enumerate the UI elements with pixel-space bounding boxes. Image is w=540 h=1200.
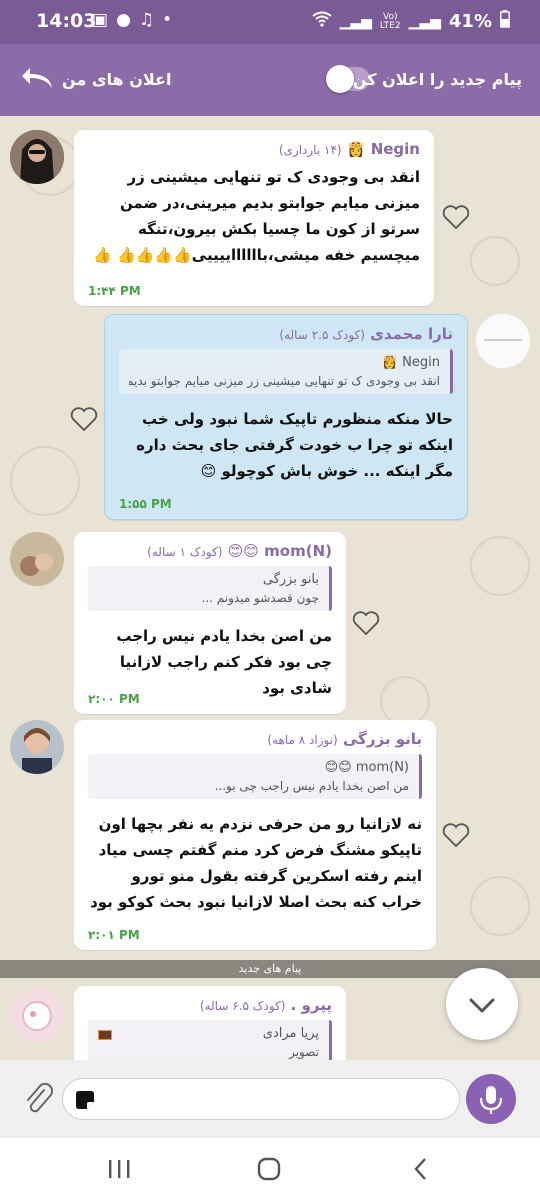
image-thumbnail-icon	[98, 1030, 112, 1040]
quote-text: تصویر	[289, 1045, 319, 1059]
status-time: 14:03	[36, 10, 97, 32]
sender-name: بانو بزرگی	[342, 730, 422, 748]
sender-meta: (نوزاد ۸ ماهه)	[267, 733, 338, 747]
message-time: 1:۵۵ PM	[119, 497, 172, 511]
wifi-icon	[311, 11, 332, 32]
sender-meta: (کودک ۱ ساله)	[147, 545, 223, 559]
notification-icons: ▣ ● ♫ •	[92, 10, 172, 30]
music-icon: ♫	[138, 10, 155, 30]
background-doodle	[470, 236, 520, 286]
message-input-bar	[0, 1060, 540, 1138]
signal-icon: ▁▃▅	[339, 13, 372, 30]
message-time: 1:۴۴ PM	[88, 284, 141, 298]
microphone-icon	[479, 1086, 503, 1114]
quote-text: چون قصدشو میدونم ...	[201, 591, 319, 605]
background-doodle	[470, 536, 530, 596]
quote-name: پریا مرادی	[262, 1026, 319, 1041]
back-arrow-icon[interactable]	[20, 62, 56, 98]
sender-name: تارا محمدی	[370, 325, 453, 343]
message-text: نه لازانیا رو من حرفی نزدم یه نفر بچها ا…	[90, 815, 422, 911]
message-input[interactable]	[62, 1078, 460, 1120]
signal-icon-2: ▁▃▅	[408, 13, 441, 30]
sender-meta: (کودک ۲.۵ ساله)	[279, 328, 365, 342]
message-text: انقد بی وجودی ک تو تنهایی میشینی زر میزن…	[93, 168, 420, 264]
system-nav-bar	[0, 1138, 540, 1200]
status-bar: 14:03 ▣ ● ♫ • ▁▃▅ Vo) LTE2 ▁▃▅ 41%	[0, 0, 540, 44]
chevron-down-icon	[469, 998, 495, 1013]
avatar-tara[interactable]	[476, 314, 530, 368]
reply-quote[interactable]: بانو بزرگی چون قصدشو میدونم ...	[88, 566, 332, 611]
sender-name: پپرو .	[290, 996, 332, 1014]
sender-name: Negin	[370, 140, 420, 158]
reply-quote[interactable]: mom(N) 😊😊 من اصن بخدا یادم نیس راجب چی ب…	[88, 754, 422, 799]
reply-quote[interactable]: Negin 👸 انقد بی وجودی ک تو تنهایی میشینی…	[119, 349, 453, 394]
message-bubble[interactable]: پپرو . (کودک ۶.۵ ساله) پریا مرادی تصویر	[74, 986, 346, 1060]
quote-name: mom(N) 😊😊	[324, 760, 409, 775]
background-doodle	[380, 676, 430, 726]
recent-apps-icon[interactable]	[104, 1156, 134, 1182]
message-bubble[interactable]: Negin 👸 (۱۴ بارداری) انقد بی وجودی ک تو …	[74, 130, 434, 306]
quote-name: Negin 👸	[381, 355, 440, 370]
avatar-negin[interactable]	[10, 130, 64, 184]
status-right: ▁▃▅ Vo) LTE2 ▁▃▅ 41%	[311, 10, 510, 33]
sender-row: بانو بزرگی (نوزاد ۸ ماهه)	[88, 730, 422, 748]
quote-text: انقد بی وجودی ک تو تنهایی میشینی زر میزن…	[129, 374, 440, 388]
sender-name: mom(N) 😊😊	[227, 542, 332, 560]
sender-row: mom(N) 😊😊 (کودک ۱ ساله)	[88, 542, 332, 560]
message-time: ۲:۰۰ PM	[88, 692, 140, 706]
message-bubble[interactable]: mom(N) 😊😊 (کودک ۱ ساله) بانو بزرگی چون ق…	[74, 532, 346, 714]
sender-meta: (۱۴ بارداری)	[278, 143, 342, 157]
network-label: Vo) LTE2	[379, 11, 401, 31]
avatar-banoo-bozorgi[interactable]	[10, 720, 64, 774]
message-bubble[interactable]: تارا محمدی (کودک ۲.۵ ساله) Negin 👸 انقد …	[104, 314, 468, 520]
background-doodle	[10, 446, 80, 516]
back-nav-icon[interactable]	[406, 1156, 436, 1182]
gallery-icon: ▣	[92, 10, 109, 30]
message-text: حالا منکه منظورم تاپیک شما نبود ولی خب ا…	[136, 410, 453, 480]
reply-quote[interactable]: پریا مرادی تصویر	[88, 1020, 332, 1060]
chat-area[interactable]: Negin 👸 (۱۴ بارداری) انقد بی وجودی ک تو …	[0, 116, 540, 1060]
battery-label: 41%	[448, 11, 492, 32]
background-doodle	[470, 876, 530, 936]
heart-outline-icon[interactable]	[442, 822, 470, 848]
avatar-pepero[interactable]	[10, 988, 64, 1042]
sender-row: تارا محمدی (کودک ۲.۵ ساله)	[119, 325, 453, 343]
paperclip-icon[interactable]	[22, 1080, 54, 1116]
dot-icon: •	[162, 10, 173, 30]
message-bubble[interactable]: بانو بزرگی (نوزاد ۸ ماهه) mom(N) 😊😊 من ا…	[74, 720, 436, 950]
battery-icon	[500, 10, 510, 33]
app-header: اعلان های من پیام جدید را اعلان کن	[0, 44, 540, 116]
announce-label: پیام جدید را اعلان کن	[352, 70, 522, 89]
sender-row: پپرو . (کودک ۶.۵ ساله)	[88, 996, 332, 1014]
message-text: من اصن بخدا یادم نیس راجب چی بود فکر کنم…	[116, 627, 332, 697]
sender-row: Negin 👸 (۱۴ بارداری)	[278, 140, 420, 158]
quote-text: من اصن بخدا یادم نیس راجب چی بو...	[214, 779, 409, 793]
heart-outline-icon[interactable]	[442, 204, 470, 230]
avatar-mom-n[interactable]	[10, 532, 64, 586]
toggle-knob	[326, 65, 354, 93]
quote-name: بانو بزرگی	[262, 572, 319, 587]
heart-outline-icon[interactable]	[352, 610, 380, 636]
chat-icon: ●	[116, 10, 131, 30]
sticker-icon[interactable]	[73, 1088, 97, 1112]
home-icon[interactable]	[254, 1156, 284, 1182]
microphone-button[interactable]	[466, 1074, 516, 1124]
sender-meta: (کودک ۶.۵ ساله)	[199, 999, 286, 1013]
heart-outline-icon[interactable]	[70, 406, 98, 432]
message-time: ۲:۰۱ PM	[88, 928, 140, 942]
scroll-down-button[interactable]	[446, 968, 518, 1040]
page-title: اعلان های من	[62, 70, 172, 89]
